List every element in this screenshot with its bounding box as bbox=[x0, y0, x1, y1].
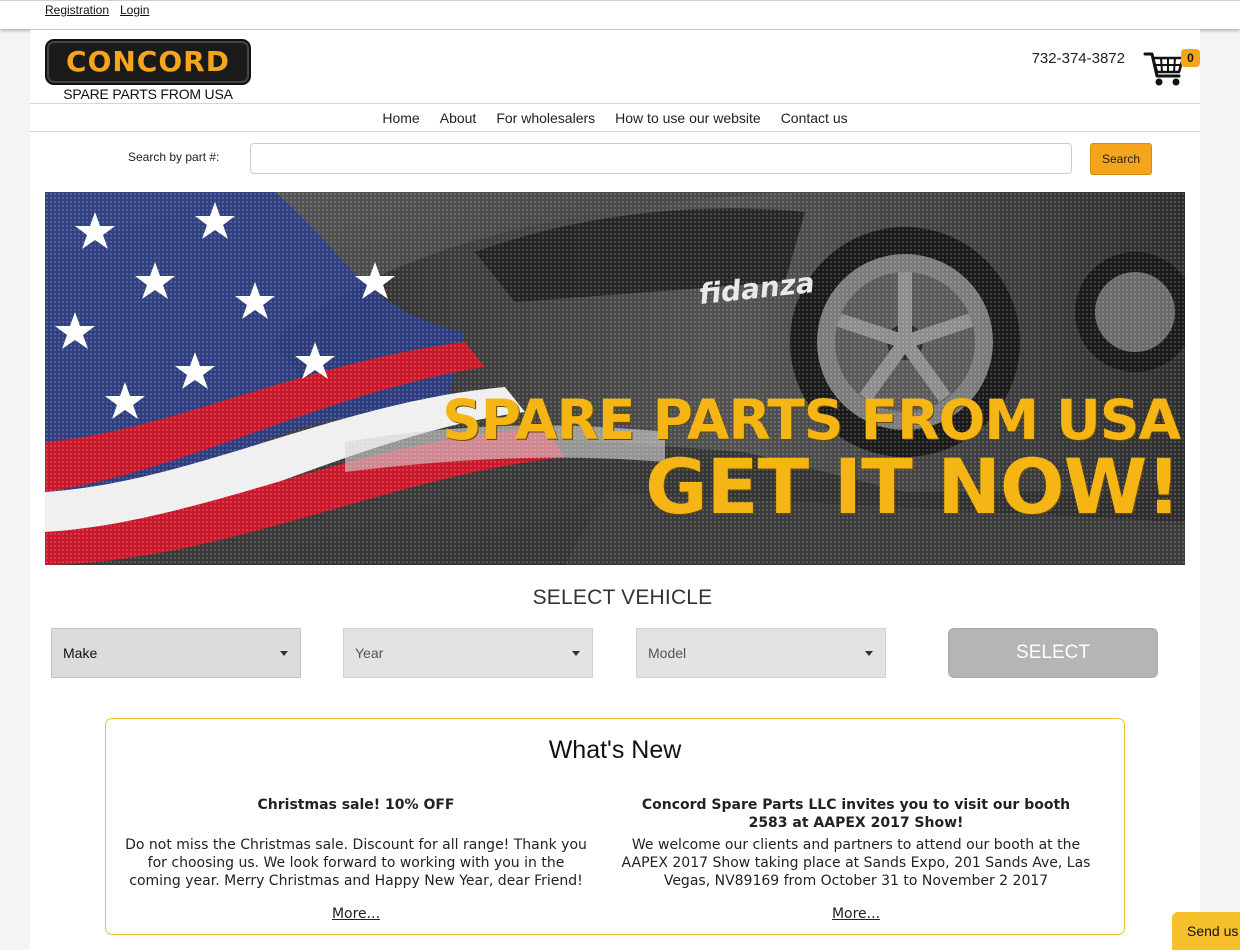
login-link[interactable]: Login bbox=[120, 3, 149, 17]
whats-new-title: What's New bbox=[548, 736, 682, 764]
banner-cta-text: GET IT NOW! bbox=[645, 442, 1181, 531]
news-headline: Christmas sale! 10% OFF bbox=[257, 797, 455, 813]
make-dropdown-label: Make bbox=[63, 645, 98, 661]
logo-tagline: SPARE PARTS FROM USA bbox=[63, 86, 233, 102]
nav-about[interactable]: About bbox=[440, 110, 477, 126]
chevron-down-icon bbox=[865, 651, 873, 656]
hero-banner[interactable]: fidanza SPARE PARTS FROM USA GET IT NOW! bbox=[45, 192, 1185, 565]
chevron-down-icon bbox=[280, 651, 288, 656]
news-body: We welcome our clients and partners to a… bbox=[621, 837, 1091, 889]
logo[interactable]: CONCORD bbox=[45, 39, 251, 85]
news-more-link[interactable]: More... bbox=[621, 906, 1091, 922]
phone-number: 732-374-3872 bbox=[1031, 50, 1125, 67]
cart-count-badge: 0 bbox=[1181, 49, 1200, 67]
select-vehicle-title: SELECT VEHICLE bbox=[532, 586, 713, 609]
year-dropdown[interactable]: Year bbox=[343, 628, 593, 678]
model-dropdown[interactable]: Model bbox=[636, 628, 886, 678]
news-item: Christmas sale! 10% OFF Do not miss the … bbox=[121, 796, 591, 890]
nav-contact[interactable]: Contact us bbox=[781, 110, 848, 126]
main-nav: Home About For wholesalers How to use ou… bbox=[30, 103, 1200, 132]
news-item: Concord Spare Parts LLC invites you to v… bbox=[621, 796, 1091, 890]
news-more-link[interactable]: More... bbox=[121, 906, 591, 922]
search-button[interactable]: Search bbox=[1090, 143, 1152, 175]
logo-text: CONCORD bbox=[66, 45, 230, 78]
select-vehicle-button[interactable]: SELECT bbox=[948, 628, 1158, 678]
chevron-down-icon bbox=[572, 651, 580, 656]
news-body: Do not miss the Christmas sale. Discount… bbox=[125, 837, 587, 889]
nav-how-to-use[interactable]: How to use our website bbox=[615, 110, 761, 126]
model-dropdown-label: Model bbox=[648, 645, 687, 661]
registration-link[interactable]: Registration bbox=[45, 3, 109, 17]
nav-wholesalers[interactable]: For wholesalers bbox=[496, 110, 595, 126]
send-us-chat-button[interactable]: Send us bbox=[1172, 912, 1240, 950]
make-dropdown[interactable]: Make bbox=[51, 628, 301, 678]
year-dropdown-label: Year bbox=[355, 645, 384, 661]
nav-home[interactable]: Home bbox=[382, 110, 419, 126]
top-bar bbox=[0, 0, 1240, 29]
search-label: Search by part #: bbox=[128, 150, 220, 164]
search-input[interactable] bbox=[250, 143, 1072, 174]
news-headline: Concord Spare Parts LLC invites you to v… bbox=[641, 797, 1071, 831]
